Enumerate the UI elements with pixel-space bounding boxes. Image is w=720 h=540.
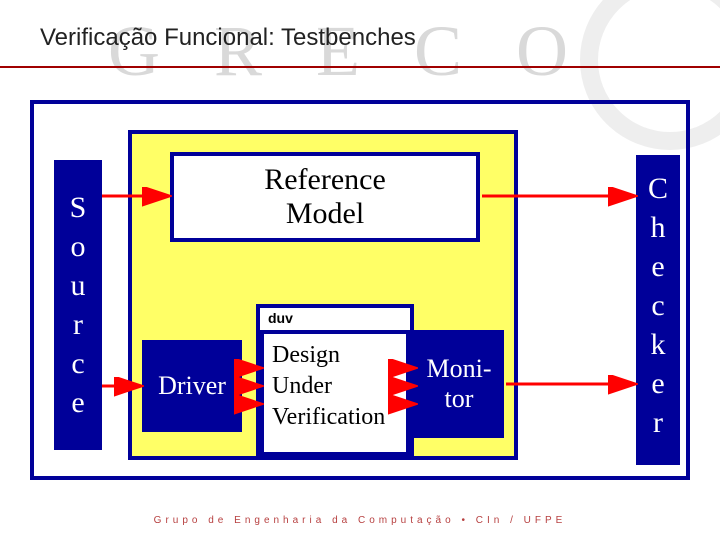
page-title: Verificação Funcional: Testbenches — [40, 24, 416, 52]
reference-model-block: Reference Model — [170, 152, 480, 242]
reference-model-label: Reference Model — [264, 163, 386, 231]
duv-text: Design Under Verification — [272, 342, 385, 430]
driver-block: Driver — [142, 340, 242, 432]
duv-small-label: duv — [268, 310, 293, 326]
driver-label: Driver — [158, 371, 226, 401]
monitor-block: Moni- tor — [414, 330, 504, 438]
monitor-label: Moni- tor — [427, 354, 492, 414]
slide: GRECO Verificação Funcional: Testbenches… — [0, 0, 720, 540]
duv-block: Design Under Verification — [260, 330, 410, 456]
checker-block: Checker — [636, 155, 680, 465]
footer-text: Grupo de Engenharia da Computação • CIn … — [0, 515, 720, 526]
source-block: Source — [54, 160, 102, 450]
title-rule — [0, 66, 720, 68]
